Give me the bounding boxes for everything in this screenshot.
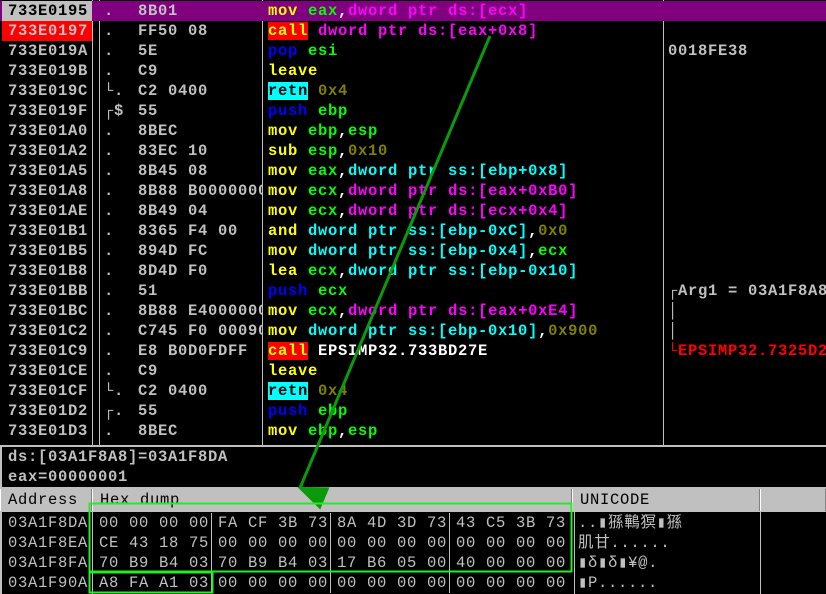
annotation-overlay bbox=[88, 35, 573, 594]
highlight-box-object bbox=[88, 502, 573, 573]
annotation-arrow bbox=[297, 35, 492, 510]
highlight-box-pointer bbox=[88, 571, 214, 594]
